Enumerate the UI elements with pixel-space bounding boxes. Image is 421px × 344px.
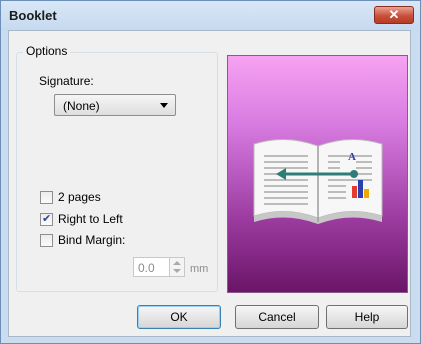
bind-margin-spinner[interactable]: 0.0 [133, 257, 185, 277]
booklet-preview: A [227, 55, 408, 293]
help-button[interactable]: Help [326, 305, 408, 329]
two-pages-checkbox[interactable] [40, 191, 53, 204]
dialog-title: Booklet [9, 8, 57, 23]
signature-dropdown-value: (None) [63, 99, 100, 113]
title-bar: Booklet ✕ [1, 1, 420, 31]
bind-margin-checkbox[interactable] [40, 234, 53, 247]
bind-margin-unit: mm [190, 263, 209, 275]
spin-up-icon[interactable] [173, 261, 181, 265]
options-group [16, 52, 218, 292]
right-to-left-label: Right to Left [58, 212, 123, 226]
spin-down-icon[interactable] [173, 269, 181, 273]
signature-dropdown[interactable]: (None) [54, 94, 176, 116]
two-pages-label: 2 pages [58, 190, 101, 204]
preview-letter: A [348, 151, 356, 163]
signature-label: Signature: [39, 74, 94, 88]
right-to-left-checkbox[interactable] [40, 212, 53, 226]
cancel-button[interactable]: Cancel [235, 305, 319, 329]
ok-button[interactable]: OK [137, 305, 221, 329]
spinner-buttons [169, 258, 184, 276]
bind-margin-label: Bind Margin: [58, 233, 126, 247]
bind-margin-value: 0.0 [138, 261, 155, 275]
close-icon: ✕ [388, 7, 400, 22]
chevron-down-icon [160, 103, 168, 108]
booklet-preview-illustration: A [253, 138, 383, 224]
close-button[interactable]: ✕ [374, 6, 414, 24]
options-group-label: Options [23, 44, 71, 58]
